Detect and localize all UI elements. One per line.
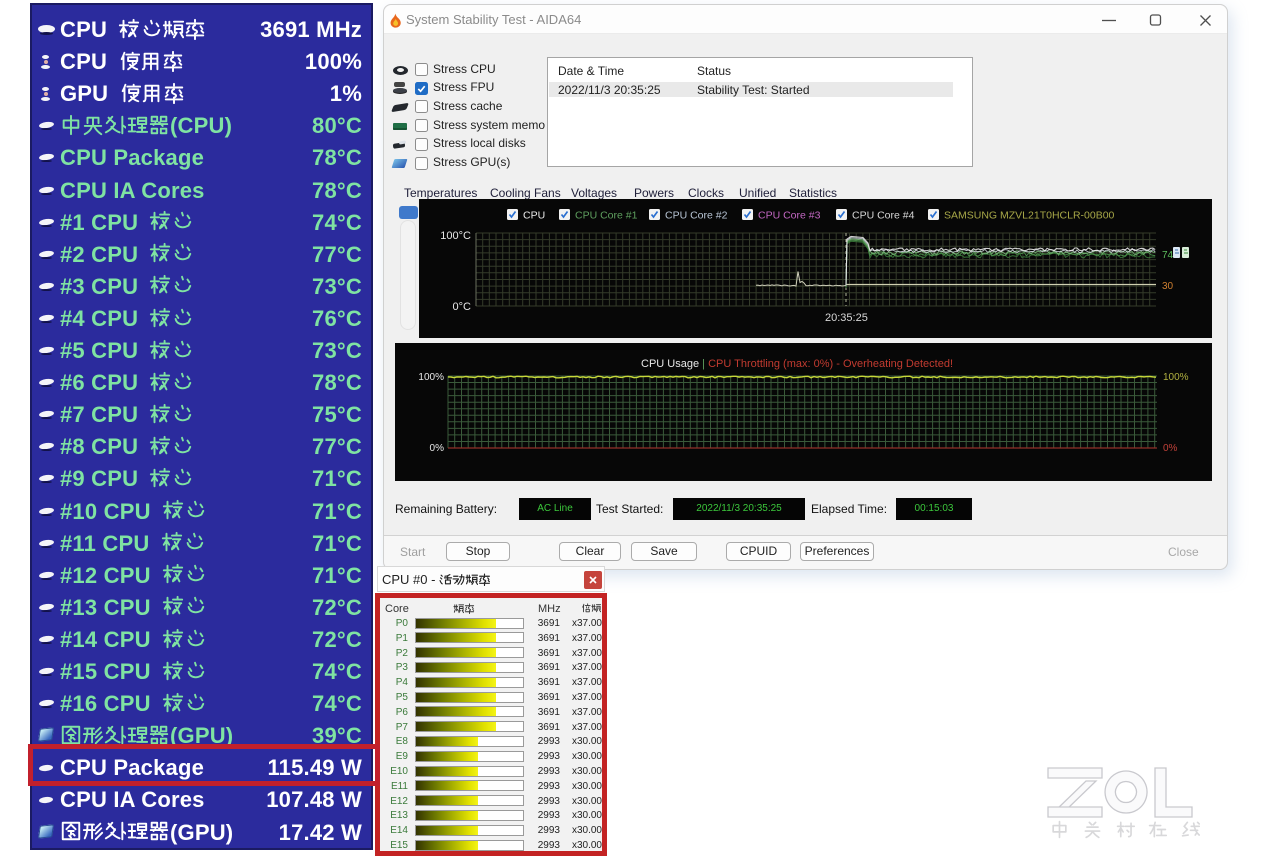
- svg-text:0%: 0%: [430, 443, 445, 454]
- svg-text:SAMSUNG MZVL21T0HCLR-00B00: SAMSUNG MZVL21T0HCLR-00B00: [944, 210, 1115, 222]
- svg-text:CPU Usage | CPU Throttling (: CPU Usage | CPU Throttling (max: 0%) - O…: [641, 358, 953, 370]
- svg-text:74: 74: [1162, 250, 1174, 261]
- svg-text:CPU Core #2: CPU Core #2: [665, 210, 728, 222]
- svg-text:CPU Core #1: CPU Core #1: [575, 210, 638, 222]
- svg-text:CPU Core #4: CPU Core #4: [852, 210, 915, 222]
- svg-text:CPU: CPU: [523, 210, 545, 222]
- svg-text:0°C: 0°C: [453, 301, 472, 313]
- svg-text:CPU Core #3: CPU Core #3: [758, 210, 821, 222]
- svg-text:20:35:25: 20:35:25: [825, 312, 868, 324]
- svg-text:100°C: 100°C: [440, 230, 471, 242]
- svg-text:100%: 100%: [418, 372, 444, 383]
- svg-text:100%: 100%: [1163, 372, 1189, 383]
- svg-text:0%: 0%: [1163, 443, 1178, 454]
- svg-text:30: 30: [1162, 281, 1174, 292]
